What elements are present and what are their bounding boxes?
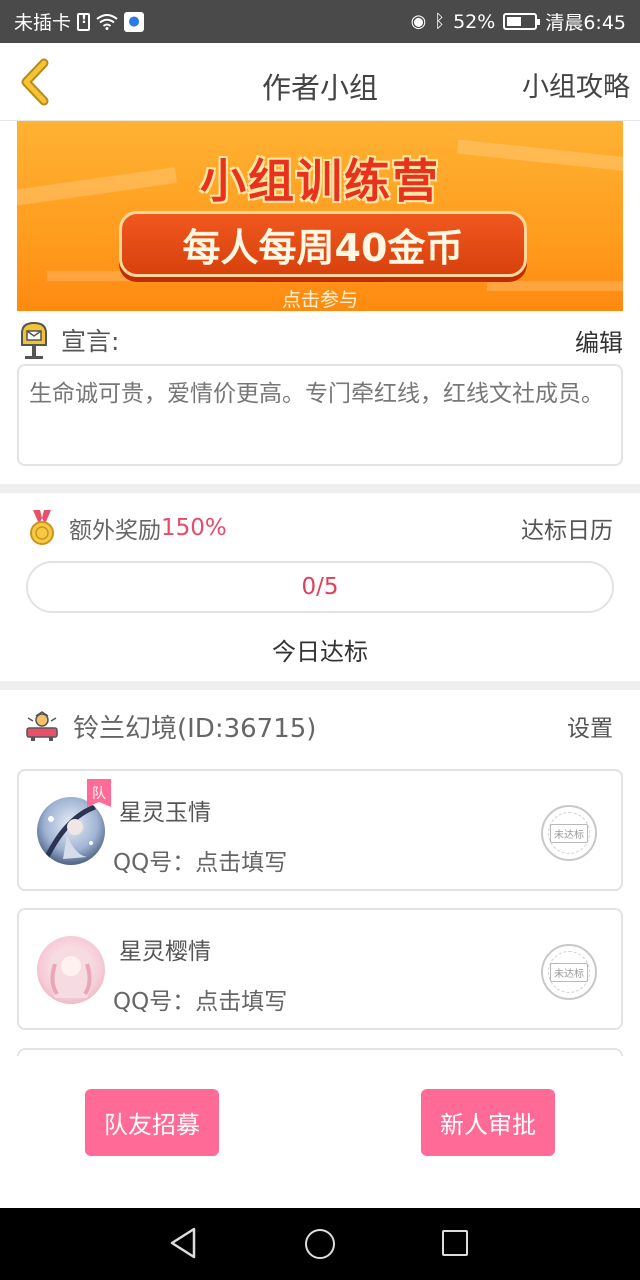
declaration-header: 宣言: 编辑	[17, 320, 623, 360]
not-reached-stamp: 未达标	[541, 805, 597, 861]
baidu-paw-icon: ●	[124, 11, 145, 32]
banner-title: 小组训练营	[200, 154, 440, 208]
wifi-icon	[96, 13, 118, 30]
today-label: 今日达标	[272, 638, 368, 666]
member-card[interactable]: 星灵樱情 QQ号：点击填写 未达标	[17, 908, 623, 1030]
group-leader-icon	[26, 711, 58, 741]
battery-percent: 52%	[453, 10, 496, 33]
banner-subtitle: 每人每周40金币	[119, 211, 527, 277]
group-guide-link[interactable]: 小组攻略	[522, 65, 630, 104]
avatar	[37, 797, 105, 865]
nav-recents-icon[interactable]	[442, 1230, 468, 1256]
battery-icon	[503, 13, 541, 30]
group-settings-link[interactable]: 设置	[567, 709, 613, 743]
group-header: 铃兰幻境(ID:36715) 设置	[17, 705, 623, 747]
clock: 清晨6:45	[545, 12, 626, 34]
approve-button[interactable]: 新人审批	[421, 1089, 555, 1156]
recruit-button[interactable]: 队友招募	[85, 1089, 219, 1156]
stamp-text: 未达标	[550, 823, 588, 843]
qq-label: QQ号：	[113, 989, 196, 1015]
nav-home-icon[interactable]	[305, 1229, 335, 1259]
section-divider	[0, 681, 640, 690]
member-name: 星灵玉情	[119, 800, 211, 826]
mailbox-icon	[21, 321, 47, 359]
qq-fill-link[interactable]: 点击填写	[195, 989, 287, 1015]
declaration-label: 宣言:	[61, 327, 120, 356]
member-qq: QQ号：点击填写	[113, 843, 287, 877]
avatar	[37, 936, 105, 1004]
eye-icon: ◉	[410, 11, 427, 32]
banner-cta: 点击参与	[281, 289, 358, 311]
daily-progress-bar: 0/5	[26, 561, 614, 613]
member-name: 星灵樱情	[119, 939, 211, 965]
stamp-text: 未达标	[550, 962, 588, 982]
leader-badge: 队	[87, 779, 111, 807]
app-header: 作者小组 小组攻略	[0, 43, 640, 121]
declaration-text: 生命诚可贵，爱情价更高。专门牵红线，红线文社成员。	[17, 364, 623, 466]
qq-fill-link[interactable]: 点击填写	[195, 850, 287, 876]
reward-label: 额外奖励	[69, 518, 161, 544]
group-name: 铃兰幻境(ID:36715)	[73, 713, 317, 744]
system-nav-bar	[0, 1208, 640, 1280]
edit-declaration-button[interactable]: 编辑	[575, 323, 623, 358]
member-qq: QQ号：点击填写	[113, 982, 287, 1016]
battery-level	[507, 17, 522, 26]
training-camp-banner[interactable]: 小组训练营 每人每周40金币 点击参与	[17, 121, 623, 311]
carrier-text: 未插卡	[14, 12, 72, 34]
bluetooth-icon: ᛒ	[434, 11, 446, 32]
member-card[interactable]: 队 星灵玉情 QQ号：点击填写 未达标	[17, 769, 623, 891]
nav-back-icon[interactable]	[168, 1226, 198, 1260]
progress-text: 0/5	[301, 574, 339, 600]
qq-label: QQ号：	[113, 850, 196, 876]
reward-header: 额外奖励 150% 达标日历	[17, 508, 623, 548]
not-reached-stamp: 未达标	[541, 944, 597, 1000]
reward-value: 150%	[161, 515, 227, 541]
medal-icon	[30, 510, 54, 545]
no-sim-icon	[77, 12, 91, 31]
calendar-link[interactable]: 达标日历	[521, 511, 613, 545]
status-bar: 未插卡 ● ◉ ᛒ 52% 清晨6:45	[0, 0, 640, 43]
section-divider	[0, 484, 640, 493]
